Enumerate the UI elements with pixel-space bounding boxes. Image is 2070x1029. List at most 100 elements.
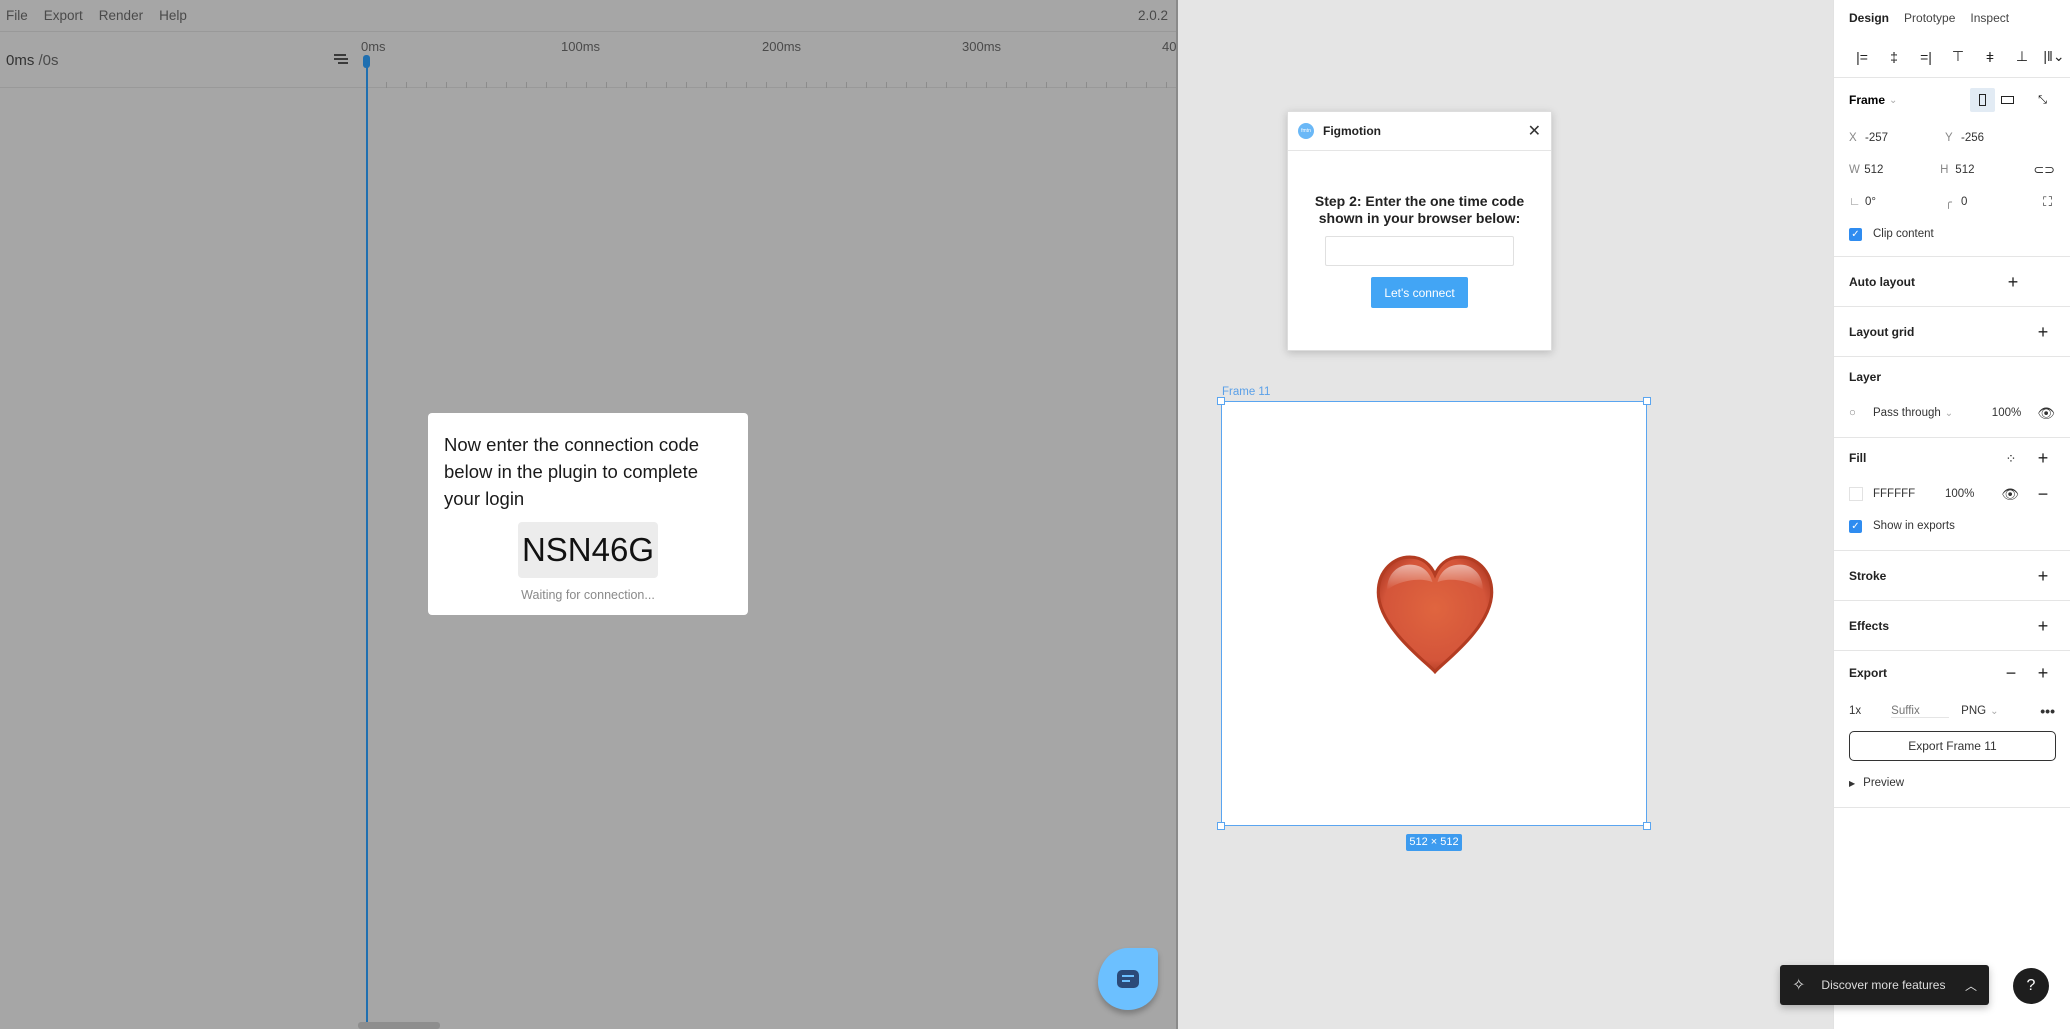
portrait-orientation-button[interactable] <box>1970 88 1995 112</box>
rotation-input[interactable]: 0° <box>1865 196 1945 208</box>
menu-render[interactable]: Render <box>99 8 143 23</box>
tab-design[interactable]: Design <box>1849 11 1889 25</box>
ruler-tick <box>626 82 627 88</box>
tab-inspect[interactable]: Inspect <box>1970 11 2009 25</box>
resize-to-fit-icon[interactable]: ⤡ <box>2030 88 2055 112</box>
resize-handle-bottom-right[interactable] <box>1643 822 1651 830</box>
height-input[interactable]: 512 <box>1955 164 2031 176</box>
align-right-icon[interactable]: =| <box>1910 49 1942 65</box>
ruler-tick <box>966 82 967 88</box>
figmotion-logo-icon: fmtn <box>1298 123 1314 139</box>
align-left-icon[interactable]: |= <box>1846 49 1878 65</box>
clip-content-checkbox[interactable]: ✓ <box>1849 227 1862 241</box>
plugin-title: Figmotion <box>1323 124 1381 138</box>
layout-grid-label: Layout grid <box>1849 324 1915 339</box>
add-fill-icon[interactable]: + <box>2031 449 2055 467</box>
version-label: 2.0.2 <box>1137 8 1168 23</box>
resize-handle-top-left[interactable] <box>1217 397 1225 405</box>
fill-color-swatch[interactable] <box>1849 487 1863 501</box>
resize-handle-top-right[interactable] <box>1643 397 1651 405</box>
ruler-tick <box>406 82 407 88</box>
panel-tabs: Design Prototype Inspect <box>1834 0 2070 36</box>
ruler-tick <box>1106 82 1107 88</box>
lets-connect-button[interactable]: Let's connect <box>1371 277 1468 308</box>
ruler-tick <box>446 82 447 88</box>
align-bottom-icon[interactable]: ⊥ <box>2006 48 2038 65</box>
add-export-icon[interactable]: + <box>2031 664 2055 682</box>
ruler-tick <box>746 82 747 88</box>
horizontal-scrollbar[interactable] <box>358 1022 440 1029</box>
fill-hex-input[interactable]: FFFFFF <box>1873 488 1945 500</box>
more-options-icon[interactable]: ••• <box>2040 703 2055 719</box>
corner-radius-icon: ╭ <box>1945 197 1952 209</box>
remove-fill-icon[interactable]: − <box>2031 485 2055 503</box>
blend-mode-dropdown[interactable]: Pass through <box>1873 407 1941 419</box>
fill-opacity-input[interactable]: 100% <box>1945 488 2001 500</box>
style-grid-icon[interactable]: ⁘ <box>1999 452 2023 465</box>
auto-layout-label: Auto layout <box>1849 274 1915 289</box>
preview-toggle[interactable]: ▶ Preview <box>1849 767 2055 799</box>
tab-prototype[interactable]: Prototype <box>1904 11 1955 25</box>
ruler-tick <box>1066 82 1067 88</box>
ruler-tick <box>586 82 587 88</box>
one-time-code-input[interactable] <box>1325 236 1514 266</box>
menu-export[interactable]: Export <box>44 8 83 23</box>
menu-help[interactable]: Help <box>159 8 187 23</box>
export-frame-button[interactable]: Export Frame 11 <box>1849 731 2056 761</box>
add-effect-icon[interactable]: + <box>2031 617 2055 635</box>
chat-support-button[interactable] <box>1098 948 1158 1010</box>
y-label: Y <box>1945 132 1953 144</box>
align-vertical-center-icon[interactable]: ǂ <box>1974 49 2006 65</box>
export-scale-input[interactable]: 1x <box>1849 705 1861 717</box>
distribute-icon[interactable]: |‖⌄ <box>2038 48 2070 65</box>
export-label: Export <box>1849 666 1888 680</box>
constrain-proportions-icon[interactable]: ⊂⊃ <box>2033 162 2055 178</box>
caret-right-icon: ▶ <box>1849 778 1856 788</box>
y-input[interactable]: -256 <box>1961 132 2041 144</box>
ruler-tick <box>1006 82 1007 88</box>
eye-icon[interactable]: 👁 <box>2001 486 2019 503</box>
plugin-header: fmtn Figmotion ✕ <box>1288 112 1551 151</box>
layer-opacity-input[interactable]: 100% <box>1992 407 2021 419</box>
playhead-line[interactable] <box>366 60 368 1029</box>
ruler-tick <box>1146 82 1147 88</box>
timeline-ruler[interactable] <box>366 78 1176 88</box>
w-label: W <box>1849 164 1860 176</box>
independent-corners-icon[interactable]: ⛶ <box>2043 194 2052 210</box>
ruler-tick <box>726 82 727 88</box>
add-stroke-icon[interactable]: + <box>2031 567 2055 585</box>
add-auto-layout-icon[interactable]: + <box>2001 273 2025 291</box>
eye-icon[interactable]: 👁 <box>2037 405 2055 422</box>
add-layout-grid-icon[interactable]: + <box>2031 323 2055 341</box>
ruler-tick <box>666 82 667 88</box>
remove-export-icon[interactable]: − <box>1999 664 2023 682</box>
tick-label: 100ms <box>561 39 601 54</box>
export-suffix-input[interactable] <box>1891 704 1950 718</box>
resize-handle-bottom-left[interactable] <box>1217 822 1225 830</box>
frame-type-dropdown[interactable]: Frame <box>1849 93 1885 107</box>
layers-toggle-icon[interactable] <box>334 54 348 66</box>
align-horizontal-center-icon[interactable]: ‡ <box>1878 49 1910 65</box>
sparkle-icon: ✧ <box>1792 977 1806 994</box>
close-icon[interactable]: ✕ <box>1528 121 1541 141</box>
landscape-orientation-button[interactable] <box>1995 88 2020 112</box>
help-button[interactable]: ? <box>2013 968 2049 1004</box>
corner-radius-input[interactable]: 0 <box>1961 196 2041 208</box>
chevron-down-icon: ⌄ <box>1944 407 1954 419</box>
export-format-dropdown[interactable]: PNG <box>1961 705 1986 717</box>
playhead-handle[interactable] <box>363 55 370 68</box>
ruler-tick <box>906 82 907 88</box>
menu-file[interactable]: File <box>6 8 28 23</box>
chevron-up-icon[interactable]: ︿ <box>1965 977 1977 994</box>
connection-instructions: Now enter the connection code below in t… <box>444 434 700 509</box>
heart-emoji-icon[interactable] <box>1372 552 1498 678</box>
x-input[interactable]: -257 <box>1865 132 1945 144</box>
discover-features-toast[interactable]: ✧ Discover more features ︿ <box>1780 965 1989 1005</box>
selected-frame[interactable] <box>1217 397 1651 830</box>
show-in-exports-checkbox[interactable]: ✓ <box>1849 519 1862 533</box>
align-top-icon[interactable]: ⊤ <box>1942 48 1974 65</box>
ruler-tick <box>686 82 687 88</box>
ruler-tick <box>766 82 767 88</box>
frame-name-label[interactable]: Frame 11 <box>1222 386 1270 398</box>
width-input[interactable]: 512 <box>1864 164 1940 176</box>
